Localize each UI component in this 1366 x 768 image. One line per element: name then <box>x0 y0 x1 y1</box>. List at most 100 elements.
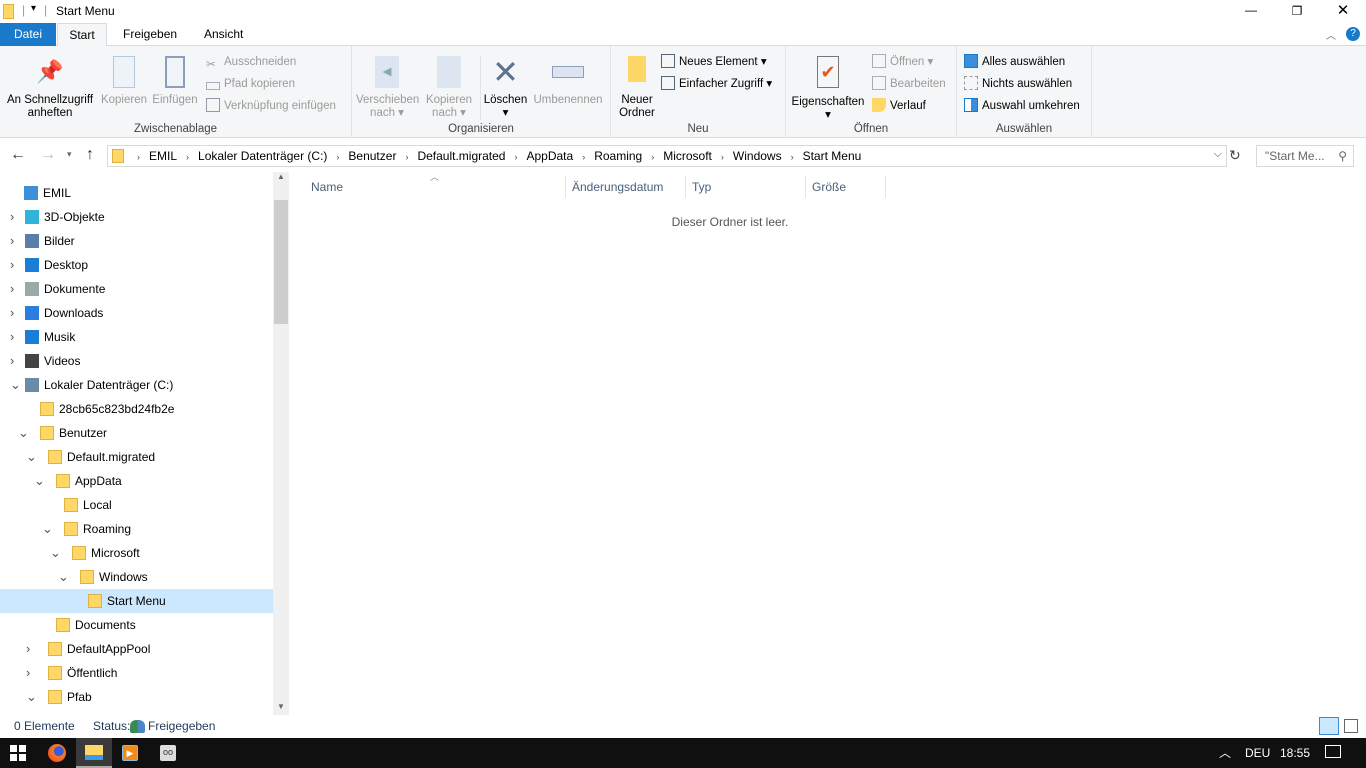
breadcrumb-item[interactable]: Lokaler Datenträger (C:) <box>198 146 327 166</box>
media-player-icon[interactable]: ▶ <box>122 745 138 761</box>
back-button[interactable]: ← <box>10 146 26 164</box>
delete-button[interactable]: ✕ Löschen ▾ <box>480 56 530 120</box>
clock[interactable]: 18:55 <box>1280 746 1310 760</box>
copy-to-button[interactable]: Kopieren nach ▾ <box>422 56 476 120</box>
breadcrumb-separator[interactable]: › <box>137 152 140 162</box>
recent-locations-dropdown[interactable]: ▾ <box>67 149 72 160</box>
tree-item[interactable]: › Öffentlich <box>0 661 273 685</box>
search-input[interactable]: "Start Me... ⚲ <box>1256 145 1354 167</box>
breadcrumb-item[interactable]: EMIL <box>149 146 177 166</box>
easy-access-button[interactable]: Einfacher Zugriff ▾ <box>661 74 772 94</box>
breadcrumb-separator[interactable]: › <box>514 152 517 162</box>
recorder-icon[interactable]: oo <box>160 745 176 761</box>
collapse-chevron-icon[interactable]: ⌄ <box>58 565 69 589</box>
paste-button[interactable]: Einfügen <box>151 56 199 107</box>
expand-chevron-icon[interactable]: › <box>10 301 14 325</box>
cut-button[interactable]: ✂ Ausschneiden <box>206 52 296 72</box>
input-language[interactable]: DEU <box>1245 746 1270 760</box>
scroll-down-arrow[interactable]: ▼ <box>277 702 285 711</box>
details-view-button[interactable] <box>1319 717 1339 735</box>
new-folder-button[interactable]: Neuer Ordner <box>615 56 659 120</box>
tree-item[interactable]: ⌄ Benutzer <box>0 421 273 445</box>
expand-chevron-icon[interactable]: › <box>10 229 14 253</box>
rename-button[interactable]: Umbenennen <box>532 56 604 107</box>
collapse-chevron-icon[interactable]: ⌄ <box>10 373 21 397</box>
tree-item[interactable]: ⌄ Lokaler Datenträger (C:) <box>0 373 273 397</box>
expand-chevron-icon[interactable]: › <box>10 253 14 277</box>
edit-button[interactable]: Bearbeiten <box>872 74 946 94</box>
history-button[interactable]: Verlauf <box>872 96 926 116</box>
breadcrumb-item[interactable]: Benutzer <box>348 146 396 166</box>
address-dropdown-icon[interactable]: ⌵ <box>1214 148 1222 161</box>
collapse-chevron-icon[interactable]: ⌄ <box>50 541 61 565</box>
tree-item[interactable]: › Videos <box>0 349 273 373</box>
refresh-button[interactable]: ↻ <box>1229 147 1241 164</box>
expand-chevron-icon[interactable]: › <box>10 205 14 229</box>
windows-start-button[interactable] <box>10 745 26 761</box>
help-icon[interactable]: ? <box>1346 27 1360 41</box>
close-button[interactable]: ✕ <box>1320 0 1366 23</box>
expand-chevron-icon[interactable]: › <box>10 349 14 373</box>
column-size[interactable]: Größe <box>806 176 886 198</box>
invert-selection-button[interactable]: Auswahl umkehren <box>964 96 1080 116</box>
collapse-chevron-icon[interactable]: ⌄ <box>18 421 29 445</box>
tree-item[interactable]: ⌄ Pfab <box>0 685 273 709</box>
expand-chevron-icon[interactable]: › <box>26 661 30 685</box>
new-item-button[interactable]: Neues Element ▾ <box>661 52 767 72</box>
properties-button[interactable]: ✔ Eigenschaften ▾ <box>790 56 866 122</box>
tree-item[interactable]: Documents <box>0 613 273 637</box>
firefox-icon[interactable] <box>48 744 66 762</box>
paste-shortcut-button[interactable]: Verknüpfung einfügen <box>206 96 336 116</box>
pin-quick-access-button[interactable]: 📌 An Schnellzugriff anheften <box>4 56 96 120</box>
breadcrumb-item[interactable]: Roaming <box>594 146 642 166</box>
collapse-chevron-icon[interactable]: ⌄ <box>42 517 53 541</box>
quick-access-dropdown-icon[interactable]: ▾ <box>31 3 36 14</box>
tree-item[interactable]: EMIL <box>0 181 273 205</box>
open-button[interactable]: Öffnen ▾ <box>872 52 933 72</box>
breadcrumb-separator[interactable]: › <box>791 152 794 162</box>
tree-item[interactable]: › Desktop <box>0 253 273 277</box>
column-name[interactable]: Name <box>305 176 566 198</box>
up-button[interactable]: ↑ <box>86 146 94 164</box>
select-none-button[interactable]: Nichts auswählen <box>964 74 1072 94</box>
collapse-chevron-icon[interactable]: ⌄ <box>34 469 45 493</box>
tray-chevron-icon[interactable]: ︿ <box>1219 744 1231 761</box>
scroll-up-arrow[interactable]: ▲ <box>277 172 285 181</box>
tree-item[interactable]: › Dokumente <box>0 277 273 301</box>
minimize-button[interactable]: — <box>1228 0 1274 23</box>
select-all-button[interactable]: Alles auswählen <box>964 52 1065 72</box>
breadcrumb-separator[interactable]: › <box>336 152 339 162</box>
tree-item[interactable]: Start Menu <box>0 589 273 613</box>
tree-item[interactable]: ⌄ Default.migrated <box>0 445 273 469</box>
nav-scrollbar[interactable]: ▲ ▼ <box>273 172 289 715</box>
tree-item[interactable]: › 3D-Objekte <box>0 205 273 229</box>
tree-item[interactable]: › Downloads <box>0 301 273 325</box>
tree-item[interactable]: › Bilder <box>0 229 273 253</box>
large-icons-view-button[interactable] <box>1344 719 1358 733</box>
copy-button[interactable]: Kopieren <box>100 56 148 107</box>
breadcrumb-separator[interactable]: › <box>582 152 585 162</box>
tree-item[interactable]: 28cb65c823bd24fb2e <box>0 397 273 421</box>
collapse-chevron-icon[interactable]: ⌄ <box>26 445 37 469</box>
restore-button[interactable]: ❐ <box>1274 0 1320 23</box>
breadcrumb-separator[interactable]: › <box>405 152 408 162</box>
move-to-button[interactable]: ◀ Verschieben nach ▾ <box>356 56 419 120</box>
breadcrumb-item[interactable]: Windows <box>733 146 782 166</box>
scroll-thumb[interactable] <box>274 200 288 324</box>
tab-datei[interactable]: Datei <box>0 23 56 46</box>
collapse-chevron-icon[interactable]: ⌄ <box>26 685 37 709</box>
column-date[interactable]: Änderungsdatum <box>566 176 686 198</box>
breadcrumb-item[interactable]: Default.migrated <box>417 146 505 166</box>
forward-button[interactable]: → <box>40 146 56 164</box>
tab-start[interactable]: Start <box>57 23 107 47</box>
copy-path-button[interactable]: Pfad kopieren <box>206 74 295 94</box>
expand-chevron-icon[interactable]: › <box>26 637 30 661</box>
tree-item[interactable]: ⌄ Windows <box>0 565 273 589</box>
breadcrumb-item[interactable]: Start Menu <box>803 146 862 166</box>
breadcrumb-item[interactable]: AppData <box>526 146 573 166</box>
tab-freigeben[interactable]: Freigeben <box>110 23 190 46</box>
tree-item[interactable]: ⌄ Microsoft <box>0 541 273 565</box>
tree-item[interactable]: Local <box>0 493 273 517</box>
tree-item[interactable]: ⌄ Roaming <box>0 517 273 541</box>
tree-item[interactable]: ⌄ AppData <box>0 469 273 493</box>
